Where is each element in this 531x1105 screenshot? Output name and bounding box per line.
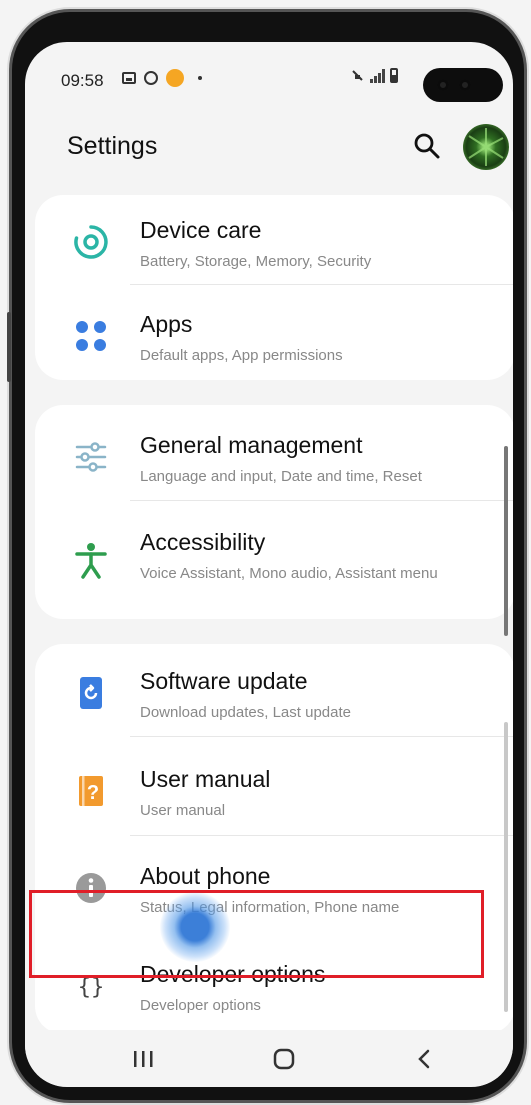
item-title: Accessibility bbox=[140, 529, 266, 555]
item-title: General management bbox=[140, 432, 363, 458]
settings-item-general-management[interactable]: General management Language and input, D… bbox=[35, 410, 513, 508]
status-time: 09:58 bbox=[61, 71, 104, 90]
settings-group-2: General management Language and input, D… bbox=[35, 405, 513, 619]
device-care-icon bbox=[74, 225, 108, 259]
user-manual-icon: ? bbox=[79, 776, 103, 806]
svg-text:{}: {} bbox=[78, 975, 105, 1000]
navigation-bar bbox=[25, 1030, 513, 1086]
avatar-image bbox=[468, 128, 504, 166]
item-subtitle: Download updates, Last update bbox=[140, 704, 351, 721]
page-title: Settings bbox=[67, 132, 158, 160]
search-icon[interactable] bbox=[413, 132, 441, 160]
status-bar: 09:58 bbox=[25, 42, 513, 122]
recent-apps-icon[interactable] bbox=[123, 1044, 163, 1074]
item-title: User manual bbox=[140, 766, 271, 792]
back-glyph bbox=[418, 1049, 430, 1069]
mute-vibrate-icon bbox=[352, 70, 363, 81]
item-title: Apps bbox=[140, 311, 193, 337]
front-camera bbox=[423, 68, 503, 102]
highlight-box bbox=[29, 890, 484, 978]
recent-apps-glyph bbox=[134, 1051, 153, 1067]
item-title: About phone bbox=[140, 863, 271, 889]
item-subtitle: User manual bbox=[140, 802, 226, 819]
apps-icon bbox=[76, 321, 106, 351]
sliders-icon bbox=[75, 442, 107, 472]
settings-group-1: Device care Battery, Storage, Memory, Se… bbox=[35, 195, 513, 380]
settings-item-device-care[interactable]: Device care Battery, Storage, Memory, Se… bbox=[35, 195, 513, 293]
back-icon[interactable] bbox=[405, 1044, 445, 1074]
battery-icon bbox=[390, 68, 398, 83]
gallery-icon bbox=[122, 72, 136, 84]
divider bbox=[130, 835, 513, 836]
dot-icon bbox=[198, 76, 202, 80]
home-glyph bbox=[273, 1048, 295, 1070]
svg-text:?: ? bbox=[87, 782, 99, 804]
settings-item-software-update[interactable]: Software update Download updates, Last u… bbox=[35, 646, 513, 744]
settings-item-accessibility[interactable]: Accessibility Voice Assistant, Mono audi… bbox=[35, 507, 513, 617]
item-title: Device care bbox=[140, 217, 262, 243]
item-subtitle: Battery, Storage, Memory, Security bbox=[140, 253, 372, 270]
scrollbar[interactable] bbox=[504, 446, 508, 636]
ring-icon bbox=[144, 71, 158, 85]
divider bbox=[130, 284, 513, 285]
item-subtitle: Language and input, Date and time, Reset bbox=[140, 468, 422, 485]
home-icon[interactable] bbox=[264, 1044, 304, 1074]
settings-item-apps[interactable]: Apps Default apps, App permissions bbox=[35, 289, 513, 387]
volume-button bbox=[7, 312, 11, 382]
divider bbox=[130, 500, 513, 501]
scrollbar-lower bbox=[504, 722, 508, 1012]
software-update-icon bbox=[80, 677, 102, 709]
status-right-icons bbox=[350, 68, 398, 83]
settings-item-user-manual[interactable]: ? User manual User manual bbox=[35, 744, 513, 842]
orange-badge-icon bbox=[166, 69, 184, 87]
profile-avatar[interactable] bbox=[463, 124, 509, 170]
item-subtitle: Default apps, App permissions bbox=[140, 347, 343, 364]
item-subtitle: Voice Assistant, Mono audio, Assistant m… bbox=[140, 565, 438, 582]
signal-icon bbox=[370, 68, 385, 83]
item-subtitle: Developer options bbox=[140, 997, 261, 1014]
accessibility-icon bbox=[75, 543, 107, 579]
settings-header: Settings bbox=[25, 122, 513, 182]
touch-indicator bbox=[160, 892, 230, 962]
item-title: Software update bbox=[140, 668, 308, 694]
status-left-icons bbox=[122, 69, 202, 87]
divider bbox=[130, 736, 513, 737]
